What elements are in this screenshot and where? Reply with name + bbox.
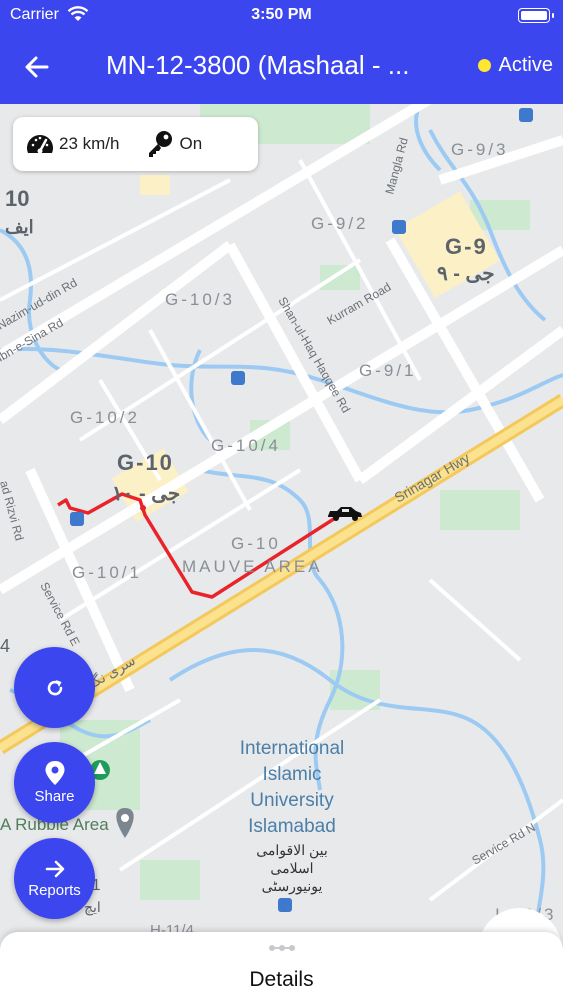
map-label-g10-2: G-10/2: [70, 408, 140, 427]
page-title: MN-12-3800 (Mashaal - ...: [106, 50, 410, 80]
status-badge: Active: [477, 54, 553, 77]
svg-text:International: International: [240, 738, 345, 759]
map-label-g9-3: G-9/3: [451, 140, 509, 159]
map-label-g10-4: G-10/4: [211, 436, 281, 455]
nav-bar: MN-12-3800 (Mashaal - ... Active: [0, 40, 563, 92]
reports-button[interactable]: Reports: [14, 838, 95, 919]
svg-text:Islamic: Islamic: [262, 764, 321, 785]
map-label-ten: 10: [5, 186, 29, 211]
share-button[interactable]: Share: [14, 742, 95, 823]
map-label-sector-g10-urdu: جی - ۱۰: [112, 483, 180, 505]
refresh-icon: [47, 679, 62, 695]
reports-label: Reports: [28, 882, 81, 899]
status-label: Active: [498, 54, 553, 76]
map-label-g9-1: G-9/1: [359, 361, 417, 380]
map-label-sector-g9: G-9: [445, 234, 488, 259]
drag-handle-icon[interactable]: [268, 944, 296, 952]
details-sheet[interactable]: Details: [0, 932, 563, 1000]
speed-value: 23 km/h: [59, 134, 120, 153]
map-label-sector-g9-urdu: جی - ۹: [437, 263, 495, 285]
back-arrow-icon[interactable]: [22, 52, 52, 82]
location-pin-icon: [45, 761, 64, 785]
arrow-right-icon: [45, 860, 64, 878]
svg-text:Islamabad: Islamabad: [248, 816, 336, 837]
map-label-g9-2: G-9/2: [311, 214, 369, 233]
clock: 3:50 PM: [251, 6, 312, 23]
map-label-sector-g10: G-10: [117, 450, 174, 475]
svg-text:یونیورسٹی: یونیورسٹی: [262, 878, 323, 895]
map-label-g10-3: G-10/3: [165, 290, 235, 309]
svg-text:University: University: [250, 790, 334, 811]
map-label-g10-1: G-10/1: [72, 563, 142, 582]
share-label: Share: [34, 788, 75, 805]
status-bar: Carrier 3:50 PM: [0, 0, 563, 30]
map-label-if-urdu: ایف: [5, 217, 34, 237]
map-label-g10: G-10: [231, 534, 281, 553]
svg-text:بین الاقوامی: بین الاقوامی: [256, 842, 328, 859]
svg-text:اسلامی: اسلامی: [270, 860, 313, 876]
key-icon: [149, 131, 173, 157]
details-title: Details: [249, 968, 314, 991]
battery-icon: [518, 8, 554, 23]
refresh-button[interactable]: [14, 647, 95, 728]
vehicle-info-card: 23 km/h On: [13, 117, 258, 171]
map-label-mauve: MAUVE AREA: [182, 557, 323, 576]
speedometer-icon: [27, 135, 53, 154]
speed-indicator: 23 km/h: [25, 131, 119, 157]
app-header: Carrier 3:50 PM MN-12-3800 (Mashaal - ..…: [0, 0, 563, 104]
ignition-indicator: On: [145, 129, 202, 159]
map-label-four: 4: [0, 636, 10, 656]
status-dot-icon: [477, 59, 491, 72]
ignition-value: On: [179, 134, 203, 153]
